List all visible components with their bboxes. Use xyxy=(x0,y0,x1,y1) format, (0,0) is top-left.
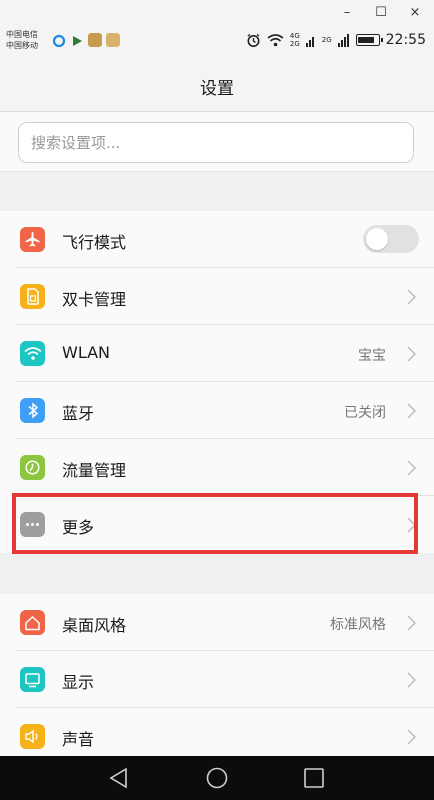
battery-icon xyxy=(355,34,383,46)
signal-icon-2 xyxy=(337,34,349,47)
window-minimize-button[interactable]: – xyxy=(333,3,361,23)
page-title: 设置 xyxy=(200,79,234,99)
chevron-right-icon xyxy=(407,615,417,631)
browser-icon xyxy=(52,33,66,48)
more-icon xyxy=(20,512,45,537)
sound-icon xyxy=(20,724,45,749)
chevron-right-icon xyxy=(407,672,417,688)
signal-icon-1 xyxy=(305,36,314,47)
section-gap xyxy=(0,553,434,594)
chevron-right-icon xyxy=(407,460,417,476)
app-icon xyxy=(88,33,102,47)
data-usage-icon xyxy=(20,455,45,480)
search-area xyxy=(0,112,434,172)
carrier-1: 中国电信 xyxy=(6,30,38,39)
wifi-status-icon xyxy=(267,34,284,47)
settings-row-more[interactable]: 更多 xyxy=(0,496,434,553)
settings-row-value: 标准风格 xyxy=(330,617,386,633)
media-icon xyxy=(70,33,84,47)
back-icon[interactable] xyxy=(106,766,132,790)
window-maximize-button[interactable]: ☐ xyxy=(367,3,395,23)
window-title-bar: – ☐ × xyxy=(0,0,434,26)
settings-row-airplane-mode[interactable]: 飞行模式 xyxy=(0,211,434,268)
wifi-icon xyxy=(20,341,45,366)
settings-row-display[interactable]: 显示 xyxy=(0,651,434,708)
settings-row-value: 宝宝 xyxy=(358,348,386,364)
settings-row-label: 流量管理 xyxy=(62,461,127,480)
settings-group-device: 桌面风格 标准风格 显示 声音 xyxy=(0,594,434,756)
carrier-names: 中国电信 中国移动 xyxy=(6,29,38,51)
network-type-1: 4G 2G xyxy=(289,32,300,48)
chevron-right-icon xyxy=(407,403,417,419)
app-icon-2 xyxy=(106,33,120,47)
status-time: 22:55 xyxy=(385,32,426,48)
settings-row-wlan[interactable]: WLAN 宝宝 xyxy=(0,325,434,382)
search-box[interactable] xyxy=(18,122,414,163)
settings-row-value: 已关闭 xyxy=(344,405,386,421)
bluetooth-icon xyxy=(20,398,45,423)
settings-row-dual-sim[interactable]: 双卡管理 xyxy=(0,268,434,325)
chevron-right-icon xyxy=(407,729,417,745)
airplane-icon xyxy=(20,227,45,252)
settings-group-network: 飞行模式 双卡管理 WLAN 宝宝 蓝牙 已关闭 流量管理 更多 xyxy=(0,211,434,553)
settings-row-label: WLAN xyxy=(62,343,111,362)
alarm-icon xyxy=(247,33,260,47)
settings-row-label: 显示 xyxy=(62,673,95,692)
airplane-mode-toggle[interactable] xyxy=(363,225,419,253)
home-style-icon xyxy=(20,610,45,635)
settings-row-home-style[interactable]: 桌面风格 标准风格 xyxy=(0,594,434,651)
notification-icons xyxy=(52,33,120,48)
search-input[interactable] xyxy=(19,123,413,162)
chevron-right-icon xyxy=(407,517,417,533)
window-close-button[interactable]: × xyxy=(401,3,429,23)
network-type-2: 2G xyxy=(321,36,332,44)
settings-row-data-usage[interactable]: 流量管理 xyxy=(0,439,434,496)
status-bar: 中国电信 中国移动 4G 2G 2G 22:55 xyxy=(0,26,434,56)
home-icon[interactable] xyxy=(204,766,230,790)
chevron-right-icon xyxy=(407,289,417,305)
app-header: 设置 xyxy=(0,56,434,112)
display-icon xyxy=(20,667,45,692)
carrier-2: 中国移动 xyxy=(6,41,38,50)
settings-row-bluetooth[interactable]: 蓝牙 已关闭 xyxy=(0,382,434,439)
settings-row-label: 桌面风格 xyxy=(62,616,127,635)
settings-row-label: 飞行模式 xyxy=(62,233,127,252)
settings-row-label: 蓝牙 xyxy=(62,404,95,423)
sim-card-icon xyxy=(20,284,45,309)
settings-row-label: 更多 xyxy=(62,518,95,537)
chevron-right-icon xyxy=(407,346,417,362)
navigation-bar xyxy=(0,756,434,800)
settings-row-label: 声音 xyxy=(62,730,95,749)
status-right: 4G 2G 2G 22:55 xyxy=(246,32,426,48)
section-gap xyxy=(0,172,434,211)
settings-row-label: 双卡管理 xyxy=(62,290,127,309)
recent-apps-icon[interactable] xyxy=(301,766,327,790)
